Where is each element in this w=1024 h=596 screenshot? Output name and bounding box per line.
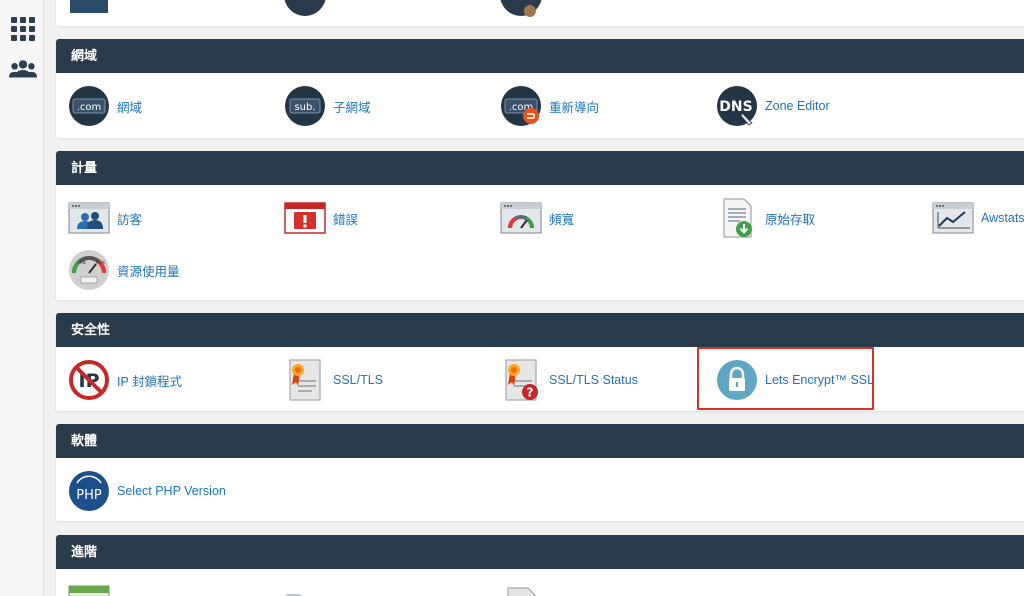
security-panel: 安全性 IP IP 封鎖程式 SSL/TLS ? SSL/TLS Status xyxy=(56,313,1024,411)
domains-item-label: Zone Editor xyxy=(765,99,830,113)
partial-top-item-1[interactable] xyxy=(68,0,117,24)
software-title: 軟體 xyxy=(56,424,1024,458)
resource-usage-icon: MIN MAX xyxy=(68,249,110,291)
main-content: 網域 .com 網域 sub. 子網域 .com 重新導向 DNS Zone E… xyxy=(44,0,1024,596)
advanced-item-3[interactable] xyxy=(500,579,549,596)
domains-item-domains[interactable]: .com 網域 xyxy=(68,84,142,128)
raw-access-icon xyxy=(716,197,758,239)
sidebar xyxy=(0,0,44,596)
svg-text:.com: .com xyxy=(77,102,102,113)
security-item-lets-encrypt[interactable]: Lets Encrypt™ SSL xyxy=(716,358,874,402)
security-title: 安全性 xyxy=(56,313,1024,347)
advanced-icon-1 xyxy=(68,580,110,596)
svg-text:PHP: PHP xyxy=(76,488,102,503)
advanced-panel: 進階 xyxy=(56,535,1024,596)
advanced-icon-3 xyxy=(500,580,542,596)
domains-item-label: 網域 xyxy=(117,100,143,115)
svg-text:MIN: MIN xyxy=(78,260,86,265)
php-icon: PHP xyxy=(68,470,110,512)
visitors-icon xyxy=(68,197,110,239)
security-item-label: Lets Encrypt™ SSL xyxy=(765,373,875,387)
partial-top-panel xyxy=(56,0,1024,26)
security-item-label: IP 封鎖程式 xyxy=(117,374,183,389)
redirect-icon: .com xyxy=(500,85,542,127)
metrics-item-label: 資源使用量 xyxy=(117,264,180,279)
metrics-item-label: Awstats xyxy=(981,211,1024,225)
metrics-title: 計量 xyxy=(56,151,1024,185)
security-item-ssl-tls[interactable]: SSL/TLS xyxy=(284,358,383,402)
svg-text:sub.: sub. xyxy=(294,102,315,113)
advanced-icon-2 xyxy=(284,580,326,596)
metrics-item-label: 錯誤 xyxy=(333,212,359,227)
metrics-item-visitors[interactable]: 訪客 xyxy=(68,196,142,240)
metrics-item-label: 頻寬 xyxy=(549,212,575,227)
ip-blocker-icon: IP xyxy=(68,359,110,401)
domains-title: 網域 xyxy=(56,39,1024,73)
errors-icon xyxy=(284,197,326,239)
partial-top-item-3[interactable] xyxy=(500,0,549,24)
awstats-icon xyxy=(932,197,974,239)
advanced-item-1[interactable] xyxy=(68,579,117,596)
security-item-ip-blocker[interactable]: IP IP 封鎖程式 xyxy=(68,358,182,402)
bandwidth-icon xyxy=(500,197,542,239)
security-item-label: SSL/TLS Status xyxy=(549,373,638,387)
metrics-item-raw-access[interactable]: 原始存取 xyxy=(716,196,815,240)
domains-item-label: 重新導向 xyxy=(549,100,600,115)
lock-icon xyxy=(716,359,758,401)
svg-text:MAX: MAX xyxy=(96,260,105,265)
domains-item-label: 子網域 xyxy=(333,100,371,115)
metrics-item-bandwidth[interactable]: 頻寬 xyxy=(500,196,574,240)
metrics-item-errors[interactable]: 錯誤 xyxy=(284,196,358,240)
domains-panel: 網域 .com 網域 sub. 子網域 .com 重新導向 DNS Zone E… xyxy=(56,39,1024,138)
svg-text:DNS: DNS xyxy=(719,99,752,115)
users-icon[interactable] xyxy=(9,56,37,84)
partial-top-item-2[interactable] xyxy=(284,0,333,24)
domains-item-subdomains[interactable]: sub. 子網域 xyxy=(284,84,371,128)
security-item-label: SSL/TLS xyxy=(333,373,384,387)
metrics-item-resource-usage[interactable]: MIN MAX 資源使用量 xyxy=(68,248,180,292)
ssl-status-icon: ? xyxy=(500,359,542,401)
software-item-php-version[interactable]: PHP Select PHP Version xyxy=(68,469,226,513)
partial-icon-1 xyxy=(68,0,110,23)
apps-grid-icon[interactable] xyxy=(9,15,37,43)
domains-item-redirects[interactable]: .com 重新導向 xyxy=(500,84,599,128)
domains-item-zone-editor[interactable]: DNS Zone Editor xyxy=(716,84,830,128)
subdomain-icon: sub. xyxy=(284,85,326,127)
metrics-item-awstats[interactable]: Awstats xyxy=(932,196,1024,240)
advanced-title: 進階 xyxy=(56,535,1024,569)
partial-icon-3 xyxy=(500,0,542,23)
dns-zone-editor-icon: DNS xyxy=(716,85,758,127)
advanced-item-2[interactable] xyxy=(284,579,333,596)
ssl-certificate-icon xyxy=(284,359,326,401)
metrics-item-label: 訪客 xyxy=(117,212,143,227)
software-panel: 軟體 PHP Select PHP Version xyxy=(56,424,1024,521)
metrics-item-label: 原始存取 xyxy=(765,212,816,227)
svg-text:?: ? xyxy=(527,386,534,400)
metrics-panel: 計量 訪客 錯誤 頻寬 原始存取 Awstats MIN MAX 資源使用量 xyxy=(56,151,1024,300)
security-item-ssl-tls-status[interactable]: ? SSL/TLS Status xyxy=(500,358,638,402)
software-item-label: Select PHP Version xyxy=(117,484,226,498)
partial-icon-2 xyxy=(284,0,326,23)
dot-com-icon: .com xyxy=(68,85,110,127)
